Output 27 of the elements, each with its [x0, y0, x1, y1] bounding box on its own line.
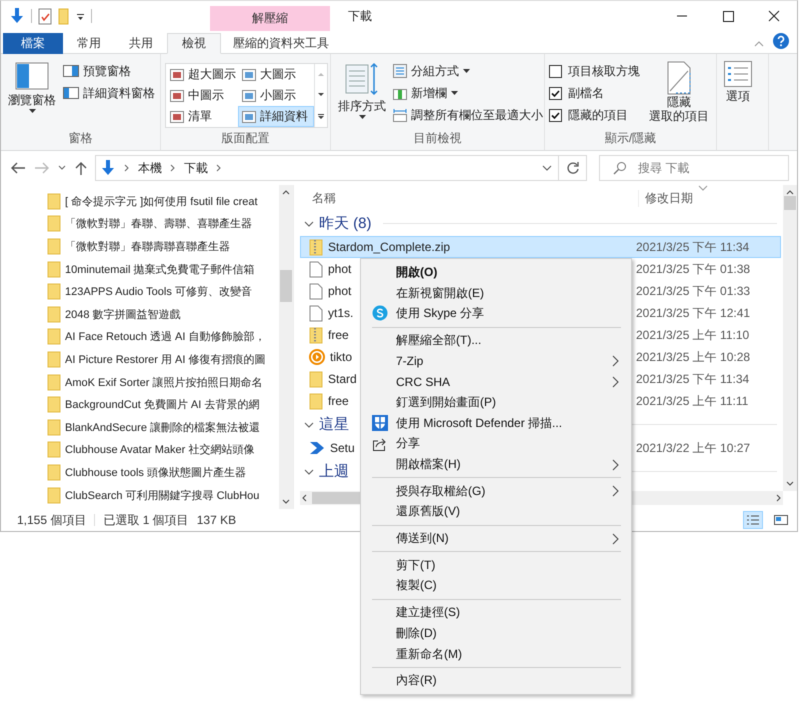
file-date: 2021/3/25 下午 11:34: [636, 238, 750, 256]
file-date: 2021/3/25 下午 11:34: [636, 370, 750, 388]
selection-count: 已選取 1 個項目: [103, 512, 189, 528]
file-name: phot: [328, 262, 352, 276]
file-date: 2021/3/25 上午 11:10: [636, 326, 750, 344]
window-title: 下載: [348, 8, 372, 24]
file-name: Stardom_Complete.zip: [328, 240, 450, 254]
file-name: phot: [328, 284, 352, 298]
file-date: 2021/3/22 上午 10:27: [636, 440, 750, 456]
group-label: 版面配置: [220, 130, 270, 147]
contextual-tab-header: 解壓縮: [210, 6, 330, 31]
group-label: 顯示/隱藏: [604, 130, 658, 147]
file-name: yt1s.: [328, 306, 354, 320]
file-date: 2021/3/25 上午 11:11: [636, 392, 748, 410]
file-name: free: [328, 394, 349, 408]
file-date: 2021/3/25 下午 01:38: [636, 260, 750, 278]
item-count: 1,155 個項目: [17, 512, 86, 528]
group-label: 窗格: [68, 130, 94, 147]
file-date: 2021/3/25 上午 10:28: [636, 348, 750, 366]
file-name: free: [328, 328, 349, 342]
file-name: Stard: [328, 372, 357, 386]
file-name: Setu: [330, 441, 355, 455]
selection-size: 137 KB: [196, 513, 236, 527]
file-name: tikto: [330, 350, 352, 364]
file-date: 2021/3/25 下午 12:41: [636, 304, 750, 322]
group-label: 目前檢視: [412, 130, 462, 147]
file-date: 2021/3/25 下午 01:33: [636, 282, 750, 300]
